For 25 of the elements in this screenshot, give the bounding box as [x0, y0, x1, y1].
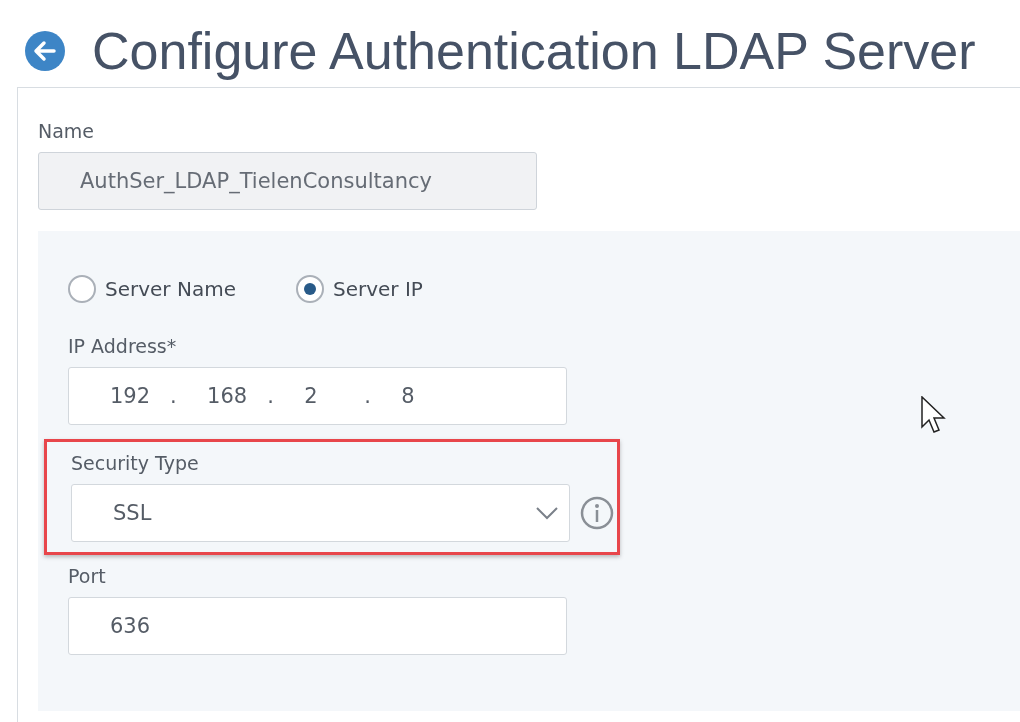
ip-octet[interactable]: 168 — [207, 384, 248, 408]
field-label: Name — [38, 120, 96, 142]
ip-octet[interactable]: 8 — [401, 384, 442, 408]
octet-separator: . — [169, 384, 178, 408]
radio-button[interactable] — [68, 275, 96, 303]
ip-octet[interactable]: 192 — [110, 384, 151, 408]
field-label: Port — [68, 565, 107, 587]
chevron-down-icon — [535, 506, 559, 520]
ip-octet[interactable]: 2 — [304, 384, 345, 408]
radio-option[interactable]: Server Name — [68, 275, 236, 303]
page-title: Configure Authentication LDAP Server — [92, 20, 976, 81]
radio-label[interactable]: Server IP — [332, 277, 423, 301]
radio-option[interactable]: Server IP — [295, 275, 423, 303]
security-type-dropdown[interactable]: SSL — [71, 484, 570, 542]
field-label: Security Type — [71, 452, 200, 474]
octet-separator: . — [363, 384, 372, 408]
port-field[interactable]: 636 — [68, 597, 567, 655]
octet-separator: . — [266, 384, 275, 408]
name-field: AuthSer_LDAP_TielenConsultancy — [38, 152, 537, 210]
field-label: IP Address* — [68, 335, 178, 357]
radio-label[interactable]: Server Name — [105, 277, 236, 301]
info-icon[interactable] — [580, 496, 614, 530]
radio-button[interactable] — [295, 275, 324, 303]
ip-address-field[interactable]: 192 . 168 . 2 . 8 — [68, 367, 567, 425]
mouse-pointer-icon — [921, 396, 947, 434]
